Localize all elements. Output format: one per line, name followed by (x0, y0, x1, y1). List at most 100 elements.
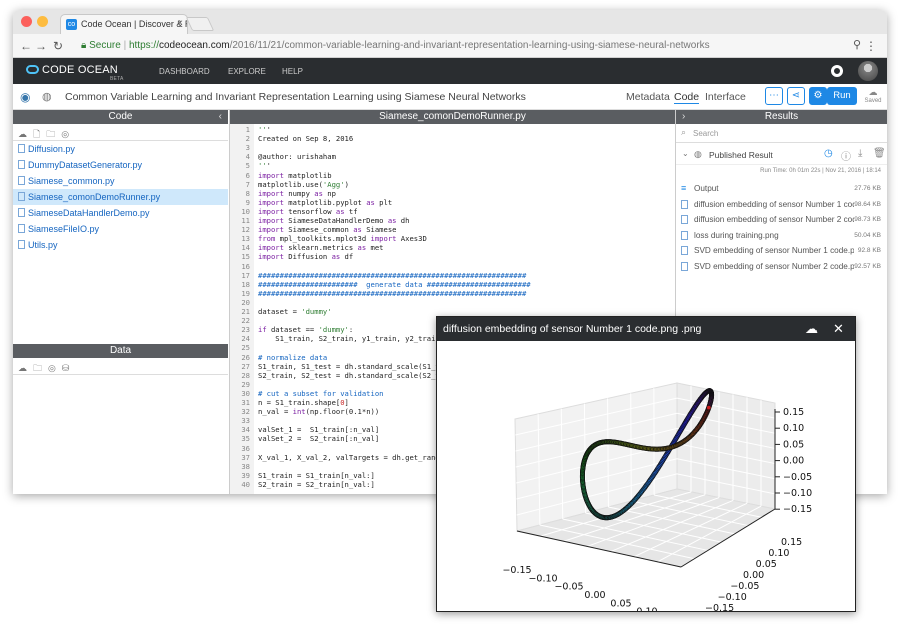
published-result-row[interactable]: ⌄ ◍ Published Result ◷ ⓘ ⤓ 🗑︎ (676, 143, 887, 165)
github-icon[interactable]: ◎ (48, 363, 62, 373)
file-item[interactable]: SiameseDataHandlerDemo.py (13, 205, 228, 221)
collapse-left-icon[interactable]: ‹ (219, 110, 222, 124)
chevron-down-icon[interactable]: ⌄ (682, 149, 689, 158)
file-item[interactable]: Siamese_common.py (13, 173, 228, 189)
code-ocean-logo[interactable]: CODE OCEAN BETA (26, 64, 123, 82)
x-tick-label: 0.00 (584, 590, 605, 601)
minimize-window-button[interactable] (37, 16, 48, 27)
capsule-header: ◉ ◍ Common Variable Learning and Invaria… (13, 84, 887, 110)
browser-menu-icon[interactable]: ⋮ (865, 39, 877, 53)
new-folder-icon[interactable]: 🗀︎ (33, 363, 48, 373)
code-line: import sklearn.metrics as met (258, 243, 384, 253)
result-item[interactable]: SVD embedding of sensor Number 2 code.pn… (676, 259, 887, 275)
code-line: ####################### generate data ##… (258, 279, 531, 289)
result-name: SVD embedding of sensor Number 1 code.pn… (694, 246, 854, 256)
close-window-button[interactable] (21, 16, 32, 27)
result-item[interactable]: ≡ Output 27.76 KB (676, 181, 887, 197)
more-options-button[interactable]: ⋯ (765, 87, 783, 105)
editor-header: Siamese_comonDemoRunner.py (230, 110, 675, 124)
logo-text: CODE OCEAN (42, 64, 118, 76)
nav-help[interactable]: HELP (282, 67, 303, 76)
history-icon[interactable]: ◷ (824, 148, 833, 159)
result-item[interactable]: diffusion embedding of sensor Number 1 c… (676, 196, 887, 213)
result-item[interactable]: loss during training.png 50.04 KB (676, 228, 887, 244)
address-bar: ← → ↻ 🔒︎ Secure | https://codeocean.com/… (13, 34, 887, 58)
trash-icon[interactable]: 🗑︎ (873, 148, 886, 159)
upload-cloud-icon[interactable]: ☁ (18, 129, 33, 139)
database-icon[interactable]: ⛁ (62, 363, 76, 373)
forward-icon[interactable]: → (35, 39, 47, 53)
tab-close-icon[interactable]: × (177, 18, 183, 29)
file-item[interactable]: SiameseFileIO.py (13, 221, 228, 237)
tab-interface[interactable]: Interface (705, 91, 746, 103)
share-icon[interactable]: ⋖ (787, 87, 805, 105)
line-number: 18 (241, 279, 250, 289)
line-number: 3 (245, 143, 250, 153)
settings-gear-icon[interactable]: ⚙ (809, 87, 827, 105)
user-avatar[interactable] (858, 61, 878, 81)
close-icon[interactable]: ✕ (833, 321, 844, 337)
x-tick-label: −0.15 (502, 565, 531, 576)
url-host: codeocean.com (158, 40, 230, 51)
code-line: S2_train = S2_train[n_val:] (258, 479, 375, 489)
line-number: 26 (241, 352, 250, 362)
run-button[interactable]: Run (827, 87, 857, 105)
line-number: 28 (241, 370, 250, 380)
published-label: Published Result (709, 150, 773, 160)
upload-cloud-icon[interactable]: ☁ (18, 363, 33, 373)
tab-code[interactable]: Code (674, 91, 700, 104)
search-placeholder: Search (693, 129, 719, 138)
z-tick-label: −0.15 (783, 504, 812, 515)
y-tick-label: −0.10 (718, 592, 747, 603)
new-file-icon[interactable]: 🗋︎ (33, 129, 46, 139)
result-size: 98.64 KB (854, 200, 881, 208)
file-item-selected[interactable]: Siamese_comonDemoRunner.py (13, 189, 228, 205)
python-icon: ◉ (20, 90, 31, 104)
new-folder-icon[interactable]: 🗀︎ (46, 129, 61, 139)
tab-metadata[interactable]: Metadata (626, 91, 670, 103)
code-area[interactable]: 1 ''' 2 Created on Sep 8, 2016 3 4 @author: ur… (230, 124, 675, 494)
line-number: 13 (241, 234, 250, 244)
x-tick-label: −0.05 (554, 582, 583, 593)
line-number: 39 (241, 470, 250, 480)
info-icon[interactable]: ⓘ (841, 148, 851, 163)
result-item[interactable]: diffusion embedding of sensor Number 2 c… (676, 212, 887, 228)
globe-icon[interactable]: ◍ (42, 90, 52, 103)
extension-pin-icon[interactable]: ⚲ (853, 38, 861, 51)
nav-dashboard[interactable]: DASHBOARD (159, 67, 210, 76)
code-line: S1_train, S1_test = dh.standard_scale(S1… (258, 361, 440, 371)
result-item[interactable]: SVD embedding of sensor Number 1 code.pn… (676, 243, 887, 259)
support-lifebuoy-icon[interactable] (831, 65, 843, 77)
beta-badge: BETA (110, 76, 124, 82)
z-tick-label: 0.15 (783, 407, 804, 418)
browser-tab[interactable]: co Code Ocean | Discover & Run × (60, 14, 188, 34)
file-item[interactable]: Utils.py (13, 237, 228, 253)
nav-explore[interactable]: EXPLORE (228, 67, 266, 76)
url-field[interactable]: 🔒︎ Secure | https://codeocean.com/2016/1… (81, 40, 710, 51)
results-search[interactable]: ⌕ Search (676, 124, 887, 143)
code-line: valSet_2 = S2_train[:n_val] (258, 434, 380, 444)
file-item[interactable]: DummyDatasetGenerator.py (13, 157, 228, 173)
collapse-right-icon[interactable]: › (682, 110, 685, 124)
result-name: diffusion embedding of sensor Number 1 c… (694, 199, 854, 209)
reload-icon[interactable]: ↻ (53, 39, 63, 53)
code-line: Created on Sep 8, 2016 (258, 134, 354, 144)
image-preview-dialog: diffusion embedding of sensor Number 1 c… (436, 316, 856, 626)
file-item[interactable]: Diffusion.py (13, 141, 228, 157)
download-icon[interactable]: ⤓ (858, 148, 862, 159)
line-number: 25 (241, 343, 250, 353)
image-file-icon (681, 199, 688, 209)
code-line: import matplotlib.pyplot as plt (258, 197, 393, 207)
url-scheme: https:// (128, 40, 159, 51)
run-time-info: Run Time: 0h 01m 22s | Nov 21, 2016 | 18… (760, 168, 881, 174)
line-number: 6 (245, 170, 250, 180)
github-icon[interactable]: ◎ (61, 129, 75, 139)
data-panel-header: Data (13, 344, 228, 358)
back-icon[interactable]: ← (20, 39, 32, 53)
code-panel-header: Code ‹ (13, 110, 228, 124)
download-cloud-icon[interactable]: ☁ (805, 321, 818, 337)
result-size: 27.76 KB (854, 185, 881, 192)
result-name: Output (694, 184, 719, 193)
code-line: n_val = int(np.floor(0.1*n)) (258, 407, 380, 417)
new-tab-button[interactable] (185, 17, 215, 31)
